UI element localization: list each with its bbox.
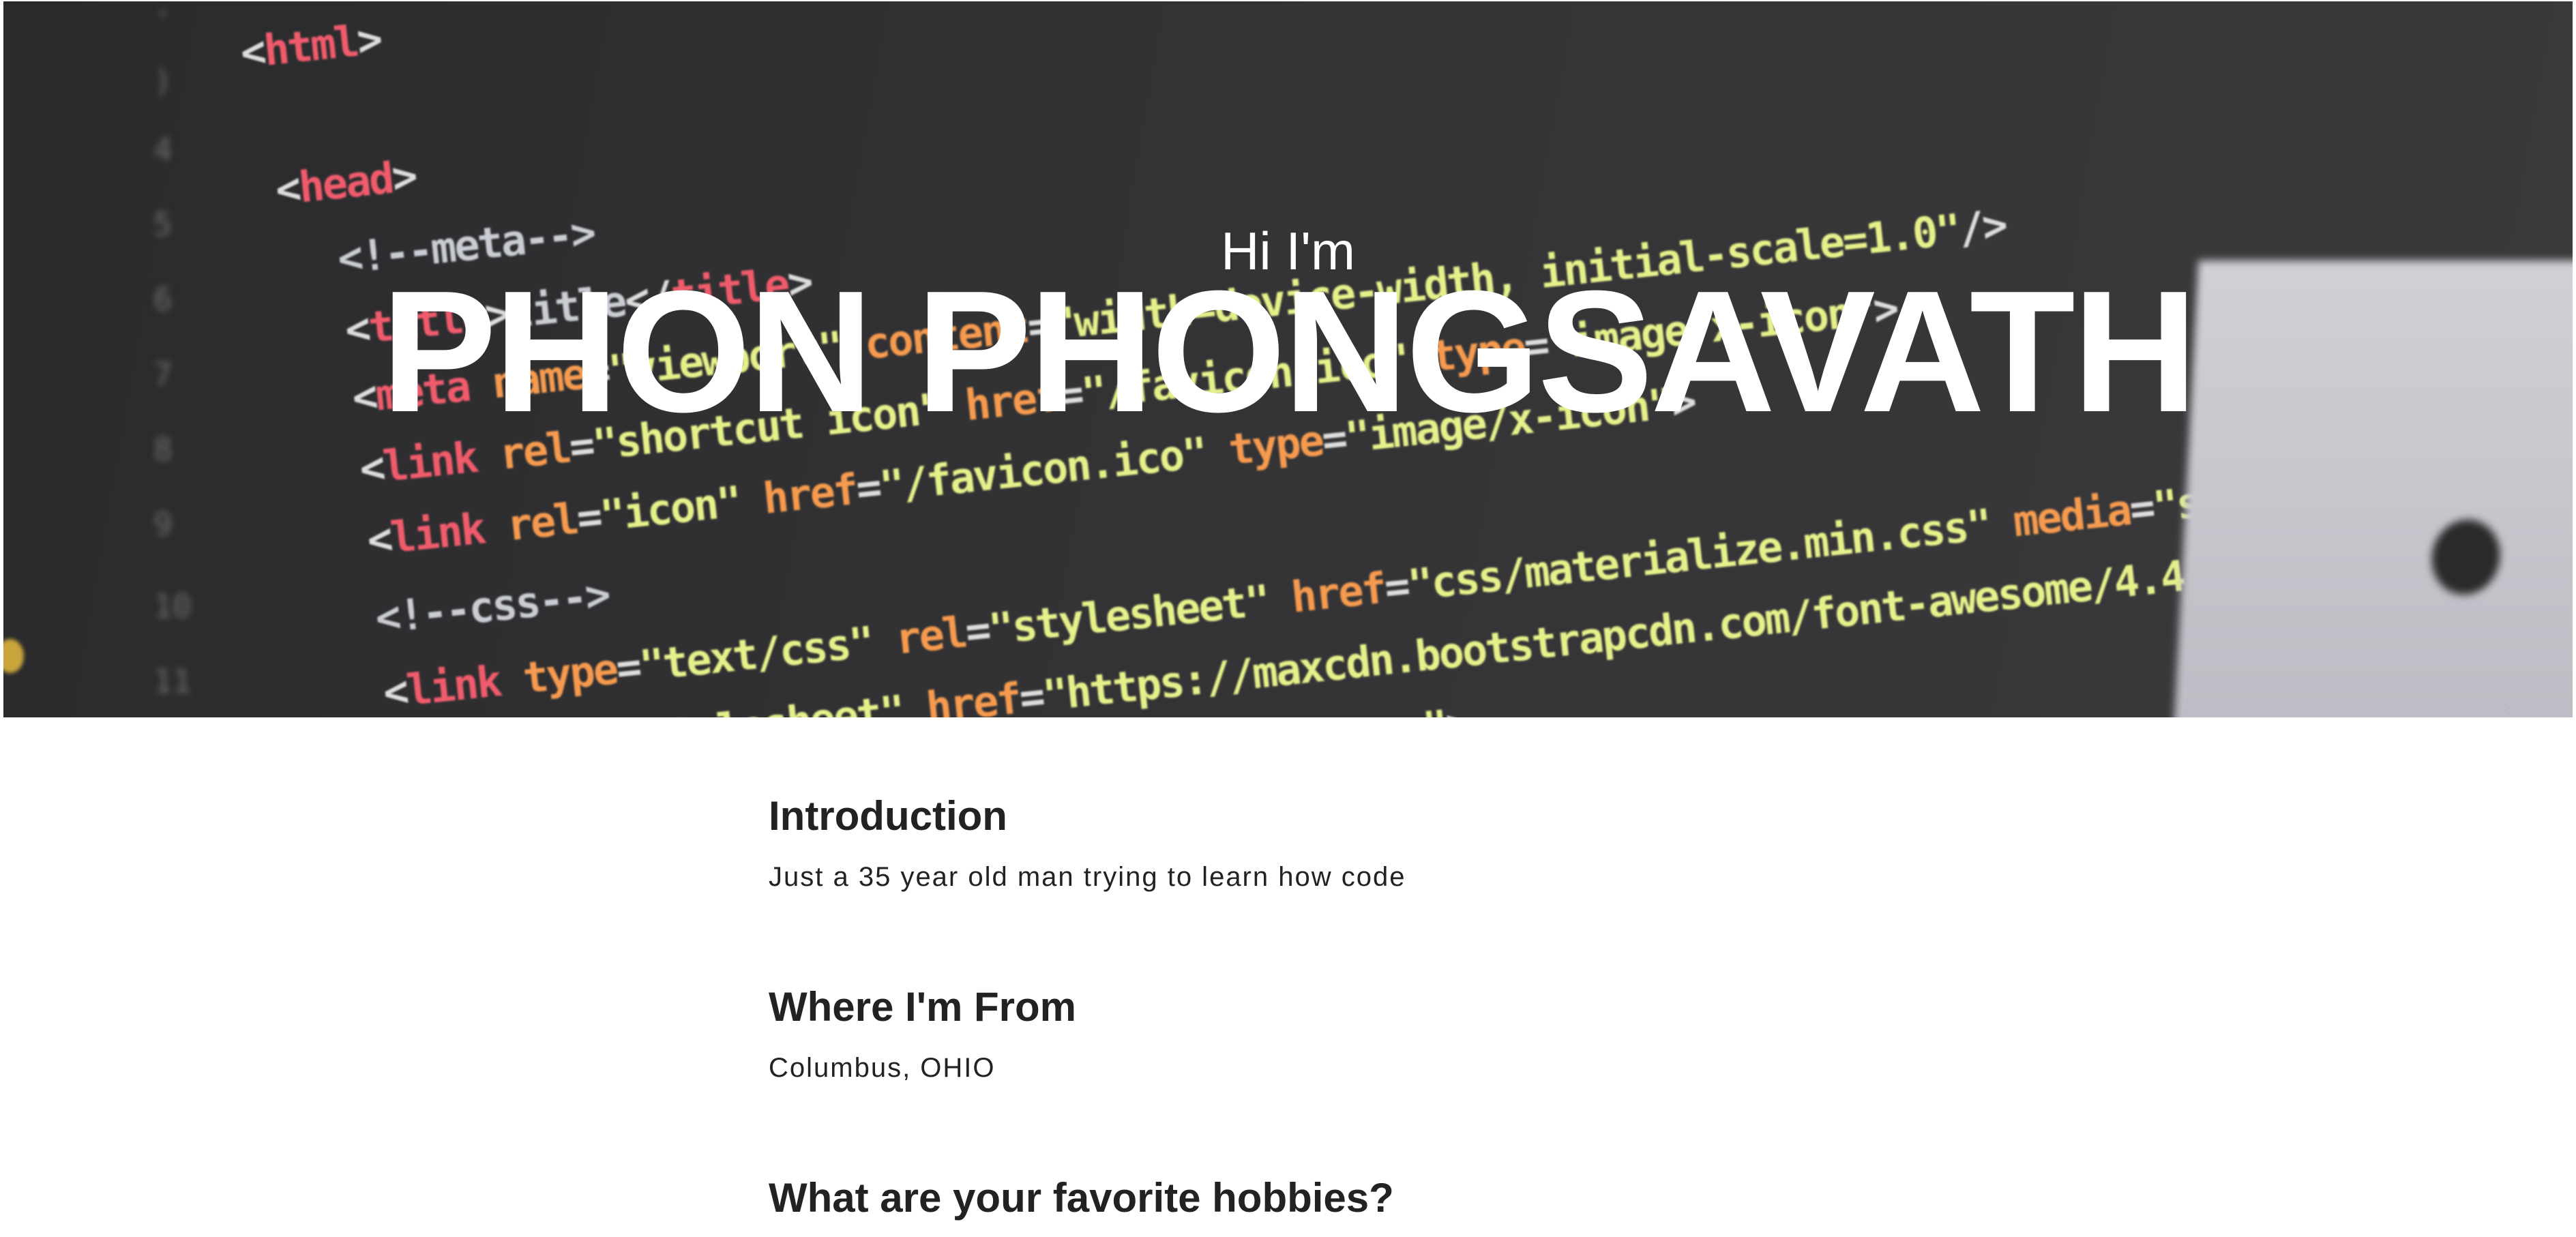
section-where-from: Where I'm From Columbus, OHIO	[769, 977, 1860, 1092]
hero-name: PHON PHONGSAVATH	[381, 254, 2198, 448]
section-hobbies: What are your favorite hobbies?	[769, 1167, 1860, 1229]
section-heading: Introduction	[769, 793, 1007, 839]
section-body: Just a 35 year old man trying to learn h…	[769, 862, 1406, 892]
main-content: Introduction Just a 35 year old man tryi…	[769, 786, 1860, 1229]
hero-banner: · ) 4 5 6 7 8 9 10 11 <html> <head> <!--…	[3, 1, 2573, 717]
section-heading: What are your favorite hobbies?	[769, 1175, 1394, 1221]
section-introduction: Introduction Just a 35 year old man tryi…	[769, 786, 1860, 901]
section-heading: Where I'm From	[769, 984, 1076, 1030]
webcam-icon	[2429, 520, 2502, 595]
breakpoint-dot	[3, 639, 24, 673]
section-body: Columbus, OHIO	[769, 1053, 996, 1083]
